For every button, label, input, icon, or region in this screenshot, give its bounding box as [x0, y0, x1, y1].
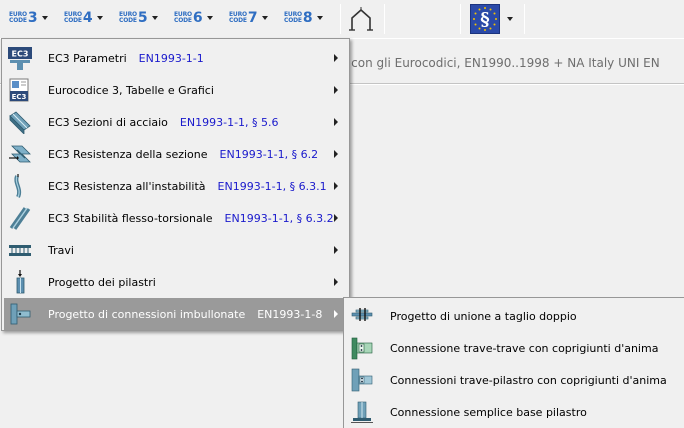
menu-item-label: EC3 Sezioni di acciaio: [48, 115, 168, 129]
menu-item-label: EC3 Resistenza della sezione: [48, 147, 208, 161]
eurocode-number: 8: [302, 10, 313, 26]
menu-item-label: Progetto dei pilastri: [48, 275, 156, 289]
menu-item-reference: EN1993-1-1, § 6.3.1: [217, 179, 327, 193]
menu-item-label: EC3 Resistenza all'instabilità: [48, 179, 206, 193]
menu-item-eurocodice-3-tabelle[interactable]: EC3 Eurocodice 3, Tabelle e Grafici: [4, 74, 347, 106]
steel-section-icon: [9, 111, 31, 134]
submenu-item-beam-beam-connection[interactable]: Connessione trave-trave con coprigiunti …: [346, 332, 682, 364]
chevron-down-icon: [206, 16, 213, 20]
ec3-parameters-icon: EC3: [8, 47, 32, 70]
toolbar-separator: [460, 4, 461, 34]
submenu-item-label: Connessione semplice base pilastro: [390, 405, 587, 419]
eurocode-6-button[interactable]: EURO CODE 6: [174, 7, 213, 29]
toolbar-separator: [384, 4, 385, 34]
menu-item-reference: EN1993-1-1, § 6.2: [219, 147, 319, 161]
eurocode-3-button[interactable]: EURO CODE 3: [9, 7, 48, 29]
menu-item-reference: EN1993-1-8: [257, 307, 323, 321]
eurocode-number: 6: [192, 10, 203, 26]
eurocode-logo-icon: EURO CODE: [64, 10, 82, 24]
menu-item-reference: EN1993-1-1, § 5.6: [179, 115, 279, 129]
beam-beam-connection-icon: [351, 337, 373, 360]
menu-item-travi[interactable]: Travi: [4, 234, 347, 266]
chevron-down-icon: [41, 16, 48, 20]
menu-item-reference: EN1993-1-1, § 6.3.2: [224, 211, 334, 225]
menu-item-reference: EN1993-1-1: [138, 51, 204, 65]
submenu-item-double-shear-joint[interactable]: Progetto di unione a taglio doppio: [346, 300, 682, 332]
eurocode-logo-icon: EURO CODE: [174, 10, 192, 24]
toolbar-separator: [340, 4, 341, 34]
menu-item-label: EC3 Parametri: [48, 51, 127, 65]
menu-item-label: EC3 Stabilità flesso-torsionale: [48, 211, 213, 225]
toolbar-separator: [524, 4, 525, 34]
submenu-item-label: Progetto di unione a taglio doppio: [390, 309, 577, 323]
column-base-icon: [351, 401, 373, 423]
eurocode-4-button[interactable]: EURO CODE 4: [64, 7, 103, 29]
eurocode-5-button[interactable]: EURO CODE 5: [119, 7, 158, 29]
menu-item-ec3-sezioni-acciaio[interactable]: EC3 Sezioni di acciaio EN1993-1-1, § 5.6: [4, 106, 347, 138]
chevron-right-icon: [334, 214, 338, 222]
portal-frame-icon[interactable]: [347, 6, 375, 32]
eurocode-number: 3: [27, 10, 38, 26]
chevron-down-icon: [96, 16, 103, 20]
menu-item-label: Progetto di connessioni imbullonate: [48, 307, 246, 321]
menu-item-connessioni-imbullonate[interactable]: Progetto di connessioni imbullonate EN199…: [4, 298, 347, 330]
chevron-down-icon: [151, 16, 158, 20]
submenu-item-beam-column-connection[interactable]: Connessioni trave-pilastro con coprigiun…: [346, 364, 682, 396]
chevron-down-icon[interactable]: [507, 17, 513, 21]
beam-column-connection-icon: [351, 368, 373, 392]
chevron-right-icon: [334, 246, 338, 254]
bolted-connections-submenu: Progetto di unione a taglio doppio Conne…: [343, 297, 684, 428]
submenu-item-label: Connessione trave-trave con coprigiunti …: [390, 341, 659, 355]
toolbar: EURO CODE 3 EURO CODE 4 EURO CODE 5 EURO COD…: [0, 0, 684, 38]
eurocode-3-menu: EC3 EC3 Parametri EN1993-1-1 EC3 Eurocodi…: [1, 38, 350, 331]
ec3-tables-icon: EC3: [9, 78, 29, 102]
chevron-right-icon: [334, 310, 338, 318]
column-icon: [16, 270, 25, 294]
section-resistance-icon: [9, 145, 31, 163]
eurocode-logo-icon: EURO CODE: [9, 10, 27, 24]
eurocode-logo-icon: EURO CODE: [229, 10, 247, 24]
eurocode-logo-icon: EURO CODE: [284, 10, 302, 24]
eurocode-7-button[interactable]: EURO CODE 7: [229, 7, 268, 29]
chevron-right-icon: [334, 182, 338, 190]
eurocode-number: 5: [137, 10, 148, 26]
eurocode-8-button[interactable]: EURO CODE 8: [284, 7, 323, 29]
menu-item-ec3-resistenza-instabilita[interactable]: EC3 Resistenza all'instabilità EN1993-1-1…: [4, 170, 347, 202]
eurocode-logo-icon: EURO CODE: [119, 10, 137, 24]
chevron-right-icon: [334, 278, 338, 286]
menu-item-ec3-stabilita-flesso-torsionale[interactable]: EC3 Stabilità flesso-torsionale EN1993-1-…: [4, 202, 347, 234]
menu-item-label: Eurocodice 3, Tabelle e Grafici: [48, 83, 214, 97]
menu-item-progetto-pilastri[interactable]: Progetto dei pilastri: [4, 266, 347, 298]
svg-text:EC3: EC3: [12, 50, 29, 59]
menu-item-label: Travi: [48, 243, 74, 257]
chevron-right-icon: [334, 86, 338, 94]
lateral-torsional-icon: [9, 207, 31, 230]
menu-item-ec3-resistenza-sezione[interactable]: EC3 Resistenza della sezione EN1993-1-1, …: [4, 138, 347, 170]
eurocode-number: 7: [247, 10, 258, 26]
eurocode-number: 4: [82, 10, 93, 26]
menu-item-ec3-parametri[interactable]: EC3 EC3 Parametri EN1993-1-1: [4, 42, 347, 74]
paragraph-symbol: §: [480, 8, 490, 30]
chevron-right-icon: [334, 54, 338, 62]
eu-paragraph-icon[interactable]: §: [470, 4, 500, 34]
header-description: o con gli Eurocodici, EN1990..1998 + NA …: [340, 56, 660, 70]
chevron-right-icon: [334, 118, 338, 126]
submenu-item-label: Connessioni trave-pilastro con coprigiun…: [390, 373, 667, 387]
chevron-down-icon: [316, 16, 323, 20]
double-shear-joint-icon: [351, 308, 373, 321]
svg-text:EC3: EC3: [12, 93, 27, 101]
beam-icon: [9, 245, 31, 256]
chevron-right-icon: [334, 150, 338, 158]
buckling-resistance-icon: [14, 174, 22, 198]
submenu-item-column-base[interactable]: Connessione semplice base pilastro: [346, 396, 682, 428]
chevron-down-icon: [261, 16, 268, 20]
bolted-connection-icon: [10, 303, 31, 325]
